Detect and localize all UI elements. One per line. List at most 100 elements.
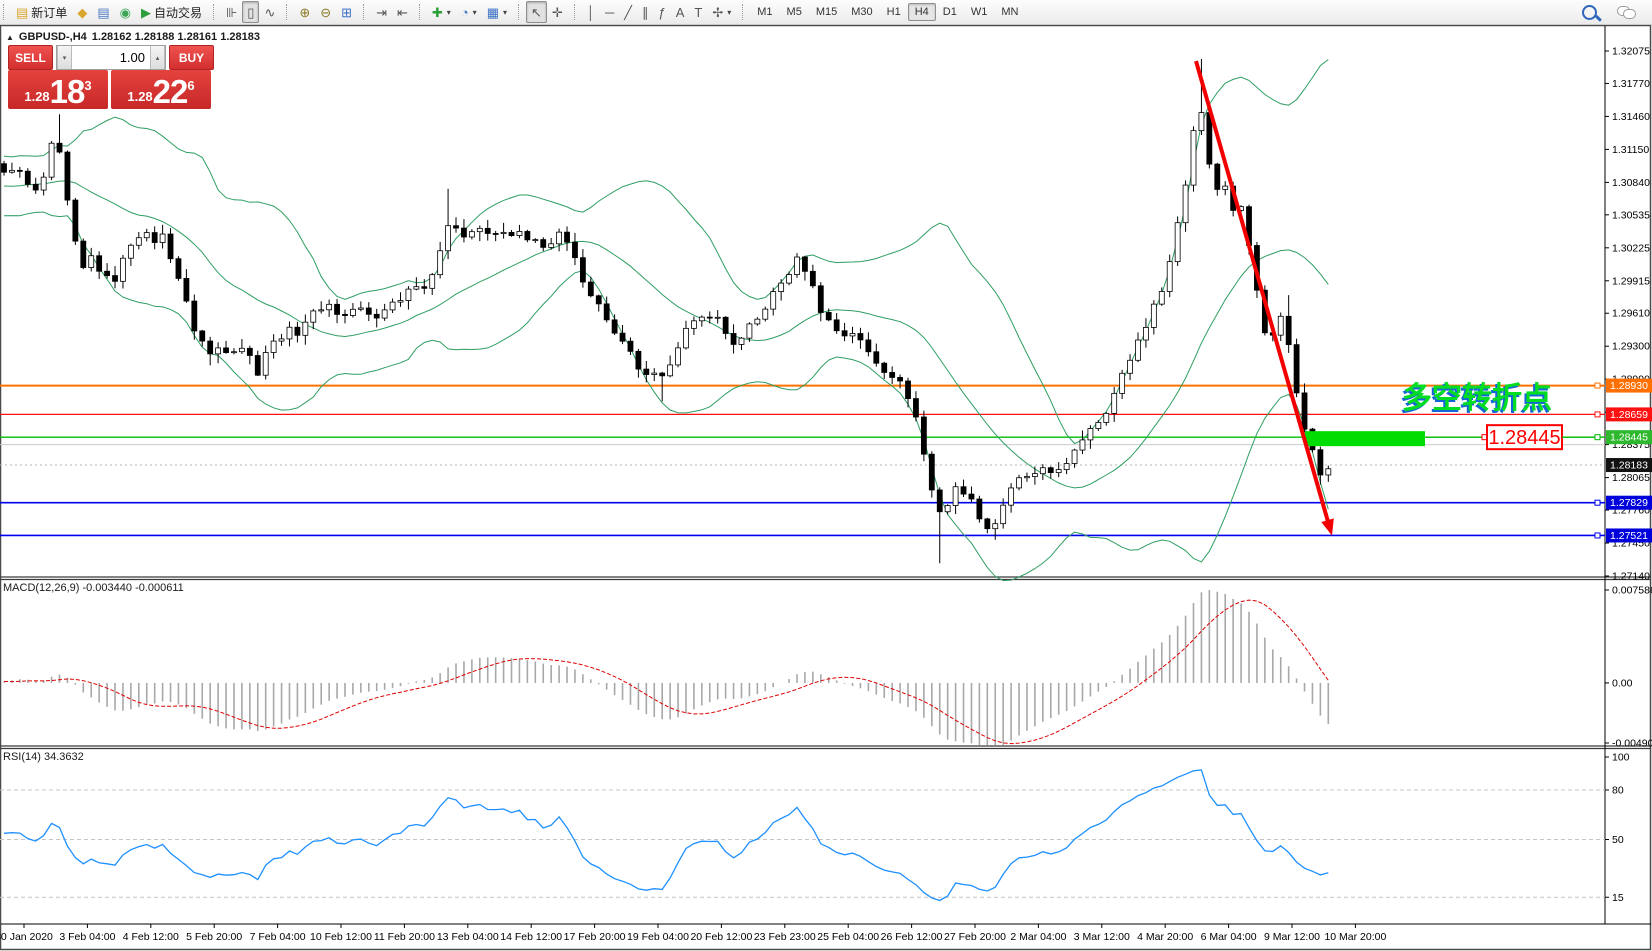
crosshair-icon[interactable]: ✛ [547, 1, 568, 23]
timeframe-m30[interactable]: M30 [844, 3, 879, 21]
volume-down-button[interactable]: ▾ [57, 46, 72, 69]
macd-indicator-label: MACD(12,26,9) -0.003440 -0.000611 [3, 582, 184, 594]
toolbar-grip [286, 4, 291, 20]
one-click-trading-panel: SELL ▾ ▴ BUY 1.28 18 3 1.28 22 6 [8, 45, 214, 109]
channel-icon[interactable]: ∥ [637, 1, 654, 23]
line-anchor-square[interactable] [1595, 533, 1600, 538]
indicators-icon: ✚ [432, 6, 443, 19]
text-label-icon[interactable]: T [689, 1, 707, 23]
sell-price-display[interactable]: 1.28 18 3 [8, 70, 108, 109]
turning-point-annotation[interactable]: 多空转折点 [1402, 382, 1552, 415]
chevron-down-icon[interactable]: ▾ [503, 8, 507, 17]
templates-icon: ▦ [487, 6, 499, 19]
line-chart-icon: ∿ [264, 6, 275, 19]
signals-icon: ◉ [120, 6, 131, 19]
candle-chart-icon[interactable]: ▯ [242, 1, 259, 23]
zoom-in-icon: ⊕ [299, 6, 310, 19]
fibonacci-icon: ƒ [658, 6, 665, 19]
chat-icon[interactable] [1612, 1, 1640, 23]
timeframe-mn[interactable]: MN [994, 3, 1025, 21]
svg-text:0.007586: 0.007586 [1612, 585, 1652, 597]
svg-text:10 Feb 12:00: 10 Feb 12:00 [310, 931, 372, 943]
volume-input[interactable] [72, 46, 150, 69]
gold-icon[interactable]: ◆ [72, 1, 92, 23]
svg-text:5 Feb 20:00: 5 Feb 20:00 [186, 931, 242, 943]
timeframe-w1[interactable]: W1 [964, 3, 995, 21]
autotrade-button[interactable]: ▶自动交易 [136, 1, 207, 23]
toolbar-group-4: ✚▾◔▾▦▾ [416, 1, 515, 23]
auto-scroll-icon: ⇥ [376, 6, 387, 19]
chart-shift-icon[interactable]: ⇤ [392, 1, 413, 23]
buy-price-display[interactable]: 1.28 22 6 [111, 70, 211, 109]
timeframe-m15[interactable]: M15 [809, 3, 844, 21]
indicators-icon[interactable]: ✚▾ [427, 1, 456, 23]
svg-text:10 Mar 20:00: 10 Mar 20:00 [1324, 931, 1386, 943]
svg-text:3 Mar 12:00: 3 Mar 12:00 [1074, 931, 1130, 943]
line-anchor-square[interactable] [1595, 500, 1600, 505]
cursor-icon[interactable]: ↖ [526, 1, 547, 23]
search-icon[interactable] [1577, 1, 1602, 23]
svg-text:1.32075: 1.32075 [1612, 46, 1650, 58]
timeframe-m1[interactable]: M1 [750, 3, 779, 21]
line-anchor-square[interactable] [1595, 383, 1600, 388]
zoom-out-icon[interactable]: ⊖ [315, 1, 336, 23]
horizontal-line-icon[interactable]: ─ [600, 1, 619, 23]
green-highlight-rect[interactable] [1305, 431, 1425, 446]
line-chart-icon[interactable]: ∿ [259, 1, 280, 23]
trendline-icon[interactable]: ╱ [619, 1, 637, 23]
volume-spinner: ▾ ▴ [56, 45, 166, 70]
toolbar-group-6: │ ─ ╱ ∥ ƒAT✢▾ [571, 1, 739, 23]
sell-button[interactable]: SELL [8, 45, 53, 70]
line-anchor-square[interactable] [1595, 435, 1600, 440]
svg-text:25 Feb 04:00: 25 Feb 04:00 [817, 931, 879, 943]
autotrade-button-label: 自动交易 [154, 4, 202, 21]
new-order-button[interactable]: ▤新订单 [11, 1, 72, 23]
svg-text:7 Feb 04:00: 7 Feb 04:00 [250, 931, 306, 943]
line-anchor-square[interactable] [1595, 412, 1600, 417]
svg-text:0.00: 0.00 [1612, 677, 1633, 689]
svg-text:1.30535: 1.30535 [1612, 209, 1650, 221]
svg-text:1.27521: 1.27521 [1610, 530, 1648, 542]
svg-text:1.29610: 1.29610 [1612, 308, 1650, 320]
chart-window[interactable]: 1.320751.317701.314601.311501.308401.305… [0, 25, 1652, 951]
tile-windows-icon[interactable]: ⊞ [336, 1, 357, 23]
chevron-down-icon[interactable]: ▾ [473, 8, 477, 17]
candle-chart-icon: ▯ [247, 6, 254, 19]
sell-price-sup: 3 [84, 78, 91, 93]
periods-icon[interactable]: ◔▾ [456, 1, 482, 23]
auto-scroll-icon[interactable]: ⇥ [371, 1, 392, 23]
channel-icon: ∥ [642, 6, 649, 19]
rsi-indicator-label: RSI(14) 34.3632 [3, 751, 84, 763]
arrows-tool-icon[interactable]: ✢▾ [707, 1, 736, 23]
vertical-line-icon[interactable]: │ [582, 1, 600, 23]
zoom-in-icon[interactable]: ⊕ [294, 1, 315, 23]
svg-text:1.28065: 1.28065 [1612, 472, 1650, 484]
chevron-down-icon[interactable]: ▾ [727, 8, 731, 17]
svg-text:1.28445: 1.28445 [1610, 432, 1648, 444]
volume-up-button[interactable]: ▴ [150, 46, 165, 69]
charts-window-icon: ▤ [97, 6, 109, 19]
bar-chart-icon: ⊪ [226, 6, 237, 19]
timeframe-m5[interactable]: M5 [780, 3, 809, 21]
svg-text:1.30225: 1.30225 [1612, 242, 1650, 254]
trendline-icon: ╱ [624, 6, 632, 19]
charts-window-icon[interactable]: ▤ [92, 1, 114, 23]
timeframe-h4[interactable]: H4 [908, 3, 936, 21]
bar-chart-icon[interactable]: ⊪ [221, 1, 242, 23]
text-icon[interactable]: A [671, 1, 690, 23]
chevron-down-icon[interactable]: ▾ [447, 8, 451, 17]
toolbar-right [1577, 1, 1652, 23]
vertical-line-icon: │ [587, 6, 595, 19]
svg-text:4 Mar 20:00: 4 Mar 20:00 [1137, 931, 1193, 943]
templates-icon[interactable]: ▦▾ [482, 1, 512, 23]
timeframe-group: M1M5M15M30H1H4D1W1MN [739, 1, 1028, 23]
timeframe-h1[interactable]: H1 [880, 3, 908, 21]
timeframe-d1[interactable]: D1 [936, 3, 964, 21]
svg-text:80: 80 [1612, 785, 1624, 797]
chart-shift-icon: ⇤ [397, 6, 408, 19]
fibonacci-icon[interactable]: ƒ [653, 1, 670, 23]
buy-button[interactable]: BUY [169, 45, 214, 70]
signals-icon[interactable]: ◉ [115, 1, 136, 23]
svg-text:30 Jan 2020: 30 Jan 2020 [0, 931, 53, 943]
svg-text:1.31770: 1.31770 [1612, 78, 1650, 90]
